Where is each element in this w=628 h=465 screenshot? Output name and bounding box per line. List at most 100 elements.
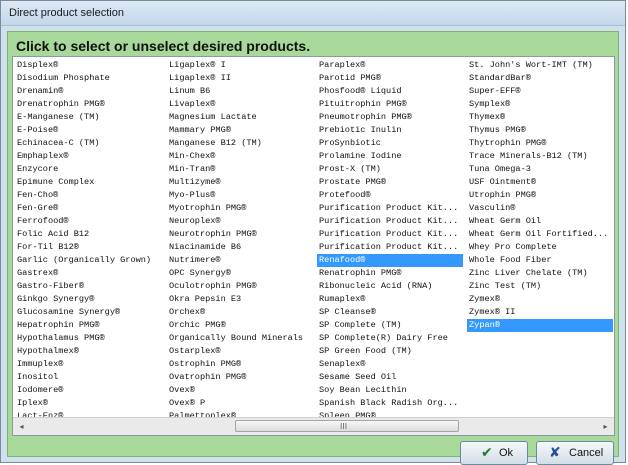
list-item[interactable]: Nutrimere® (167, 254, 313, 267)
list-item[interactable]: Zymex® II (467, 306, 613, 319)
list-item[interactable]: Sesame Seed Oil (317, 371, 463, 384)
list-item[interactable]: Epimune Complex (15, 176, 161, 189)
list-item[interactable]: SP Cleanse® (317, 306, 463, 319)
list-item[interactable]: Magnesium Lactate (167, 111, 313, 124)
list-item[interactable]: Myotrophin PMG® (167, 202, 313, 215)
list-item[interactable]: ProSynbiotic (317, 137, 463, 150)
list-item[interactable]: Okra Pepsin E3 (167, 293, 313, 306)
list-item[interactable]: Displex® (15, 59, 161, 72)
list-item[interactable]: Linum B6 (167, 85, 313, 98)
list-item[interactable]: Ostrophin PMG® (167, 358, 313, 371)
cancel-button[interactable]: ✘ Cancel (536, 441, 614, 465)
list-item[interactable]: Garlic (Organically Grown) (15, 254, 161, 267)
list-item[interactable]: Thytrophin PMG® (467, 137, 613, 150)
list-item[interactable]: Orchex® (167, 306, 313, 319)
list-item[interactable]: SP Complete (TM) (317, 319, 463, 332)
list-item[interactable]: Whey Pro Complete (467, 241, 613, 254)
scrollbar-thumb[interactable]: III (235, 420, 459, 432)
list-item[interactable]: Trace Minerals-B12 (TM) (467, 150, 613, 163)
list-item[interactable]: Prostate PMG® (317, 176, 463, 189)
list-item[interactable]: StandardBar® (467, 72, 613, 85)
list-item[interactable]: Hypothalamus PMG® (15, 332, 161, 345)
list-item[interactable]: Vasculin® (467, 202, 613, 215)
list-item[interactable]: Multizyme® (167, 176, 313, 189)
list-item[interactable]: E-Manganese (TM) (15, 111, 161, 124)
list-item[interactable]: Renatrophin PMG® (317, 267, 463, 280)
list-item[interactable]: Ovex® (167, 384, 313, 397)
list-item[interactable]: Senaplex® (317, 358, 463, 371)
title-bar[interactable]: Direct product selection (1, 1, 625, 26)
list-item[interactable]: Fen-Gre® (15, 202, 161, 215)
list-item[interactable]: Purification Product Kit... (317, 215, 463, 228)
list-item[interactable]: Ginkgo Synergy® (15, 293, 161, 306)
product-listbox[interactable]: Displex® Disodium Phosphate Drenamin® Drena… (12, 56, 615, 436)
list-item[interactable]: Immuplex® (15, 358, 161, 371)
list-item[interactable]: Spanish Black Radish Org... (317, 397, 463, 410)
list-item[interactable]: Folic Acid B12 (15, 228, 161, 241)
list-item[interactable]: Ribonucleic Acid (RNA) (317, 280, 463, 293)
list-item[interactable]: Ostarplex® (167, 345, 313, 358)
list-item[interactable]: St. John's Wort-IMT (TM) (467, 59, 613, 72)
list-item[interactable]: Phosfood® Liquid (317, 85, 463, 98)
list-item[interactable]: For-Til B12® (15, 241, 161, 254)
list-item[interactable]: Super-EFF® (467, 85, 613, 98)
scroll-left-icon[interactable]: ◂ (15, 420, 28, 433)
list-item[interactable]: Renafood® (317, 254, 463, 267)
list-item[interactable]: Hypothalmex® (15, 345, 161, 358)
list-item[interactable]: Ligaplex® II (167, 72, 313, 85)
list-item[interactable]: Protefood® (317, 189, 463, 202)
list-item[interactable]: Pneumotrophin PMG® (317, 111, 463, 124)
list-item[interactable]: Ovatrophin PMG® (167, 371, 313, 384)
list-item[interactable]: Tuna Omega-3 (467, 163, 613, 176)
list-item[interactable]: Rumaplex® (317, 293, 463, 306)
list-item[interactable]: Zinc Liver Chelate (TM) (467, 267, 613, 280)
list-item[interactable]: Symplex® (467, 98, 613, 111)
list-item[interactable]: Livaplex® (167, 98, 313, 111)
list-item[interactable]: Niacinamide B6 (167, 241, 313, 254)
list-item[interactable]: Drenatrophin PMG® (15, 98, 161, 111)
list-item[interactable]: Prebiotic Inulin (317, 124, 463, 137)
list-item[interactable]: Ferrofood® (15, 215, 161, 228)
list-item[interactable]: Disodium Phosphate (15, 72, 161, 85)
list-item[interactable]: Inositol (15, 371, 161, 384)
list-item[interactable]: Min-Tran® (167, 163, 313, 176)
list-item[interactable]: Pituitrophin PMG® (317, 98, 463, 111)
list-item[interactable]: Emphaplex® (15, 150, 161, 163)
list-item[interactable]: Soy Bean Lecithin (317, 384, 463, 397)
list-item[interactable]: Enzycore (15, 163, 161, 176)
list-item[interactable]: Ovex® P (167, 397, 313, 410)
list-item[interactable]: Zymex® (467, 293, 613, 306)
list-item[interactable]: Neurotrophin PMG® (167, 228, 313, 241)
list-item[interactable]: Iplex® (15, 397, 161, 410)
list-item[interactable]: Mammary PMG® (167, 124, 313, 137)
list-item[interactable]: Parotid PMG® (317, 72, 463, 85)
list-item[interactable]: Myo-Plus® (167, 189, 313, 202)
list-item[interactable]: Iodomere® (15, 384, 161, 397)
list-item[interactable]: Thymex® (467, 111, 613, 124)
list-item[interactable]: Organically Bound Minerals (167, 332, 313, 345)
list-item[interactable]: Wheat Germ Oil Fortified... (467, 228, 613, 241)
list-item[interactable]: Glucosamine Synergy® (15, 306, 161, 319)
list-item[interactable]: Orchic PMG® (167, 319, 313, 332)
ok-button[interactable]: ✔ Ok (460, 441, 528, 465)
list-item[interactable]: Thymus PMG® (467, 124, 613, 137)
list-item[interactable]: OPC Synergy® (167, 267, 313, 280)
list-item[interactable]: Zinc Test (TM) (467, 280, 613, 293)
list-item[interactable]: E-Poise® (15, 124, 161, 137)
list-item[interactable]: SP Green Food (TM) (317, 345, 463, 358)
list-item[interactable]: Gastrex® (15, 267, 161, 280)
list-item[interactable]: Prost-X (TM) (317, 163, 463, 176)
list-item[interactable]: Oculotrophin PMG® (167, 280, 313, 293)
list-item[interactable]: Whole Food Fiber (467, 254, 613, 267)
horizontal-scrollbar[interactable]: ◂ III ▸ (13, 417, 614, 435)
list-item[interactable]: Gastro-Fiber® (15, 280, 161, 293)
list-item[interactable]: Min-Chex® (167, 150, 313, 163)
list-item[interactable]: Purification Product Kit... (317, 228, 463, 241)
list-item[interactable]: Utrophin PMG® (467, 189, 613, 202)
list-item[interactable]: USF Ointment® (467, 176, 613, 189)
list-item[interactable]: Purification Product Kit... (317, 202, 463, 215)
list-item[interactable]: Drenamin® (15, 85, 161, 98)
list-item[interactable]: Fen-Cho® (15, 189, 161, 202)
list-item[interactable]: Purification Product Kit... (317, 241, 463, 254)
list-item[interactable]: SP Complete(R) Dairy Free (317, 332, 463, 345)
